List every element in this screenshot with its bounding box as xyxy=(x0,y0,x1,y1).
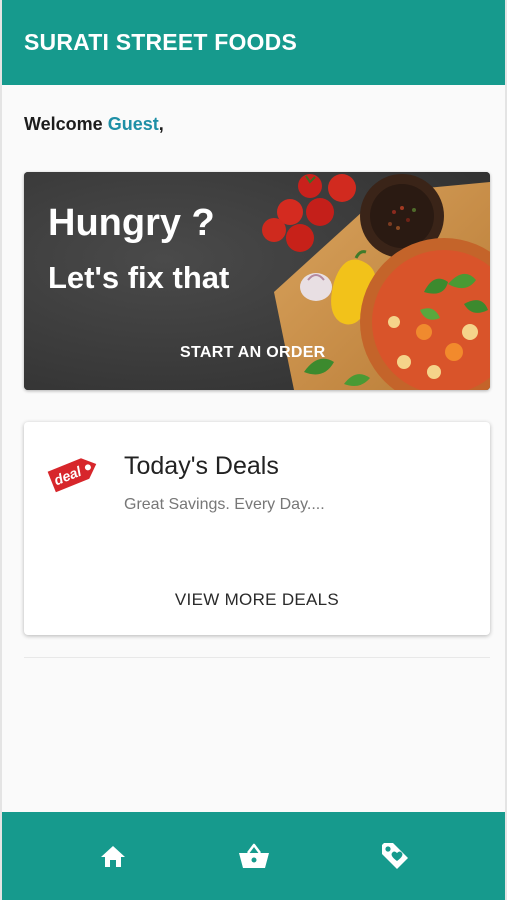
welcome-message: Welcome Guest, xyxy=(24,114,164,135)
hero-banner[interactable]: Hungry ? Let's fix that START AN ORDER xyxy=(24,172,490,390)
deals-subtitle: Great Savings. Every Day.... xyxy=(124,496,325,513)
view-more-deals-button[interactable]: VIEW MORE DEALS xyxy=(24,590,490,610)
bottom-nav xyxy=(2,812,505,900)
hero-title: Hungry ? xyxy=(48,202,215,244)
app-title: SURATI STREET FOODS xyxy=(24,29,297,55)
user-name: Guest xyxy=(107,114,159,134)
nav-home-button[interactable] xyxy=(83,826,143,886)
welcome-suffix: , xyxy=(158,114,164,134)
deals-title: Today's Deals xyxy=(124,452,279,480)
tag-icon xyxy=(381,843,408,869)
nav-basket-button[interactable] xyxy=(224,826,284,886)
welcome-prefix: Welcome xyxy=(24,114,108,134)
divider xyxy=(24,657,490,658)
start-order-button[interactable]: START AN ORDER xyxy=(180,344,326,362)
basket-icon xyxy=(238,843,269,868)
hero-subtitle: Let's fix that xyxy=(48,260,230,295)
app-screen: SURATI STREET FOODS Welcome Guest, Hungr… xyxy=(0,0,507,900)
home-icon xyxy=(100,846,125,867)
deals-card: deal Today's Deals Great Savings. Every … xyxy=(24,422,490,635)
app-bar: SURATI STREET FOODS xyxy=(2,0,505,85)
deal-tag-icon: deal xyxy=(46,448,102,503)
nav-deals-button[interactable] xyxy=(365,826,425,886)
